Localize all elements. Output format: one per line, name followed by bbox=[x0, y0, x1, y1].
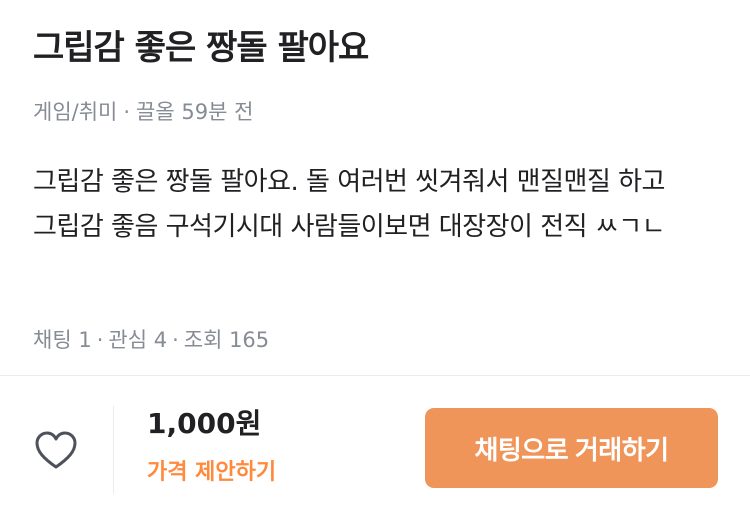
interest-count: 관심 4 bbox=[108, 328, 168, 352]
stats-separator: · bbox=[96, 328, 104, 352]
bottom-bar-separator bbox=[113, 406, 114, 494]
price-offer-link[interactable]: 가격 제안하기 bbox=[147, 456, 276, 490]
chat-trade-button[interactable]: 채팅으로 거래하기 bbox=[425, 408, 718, 488]
post-meta: 게임/취미 · 끌올 59분 전 bbox=[33, 96, 253, 128]
meta-separator: · bbox=[123, 100, 131, 124]
price: 1,000원 bbox=[147, 407, 262, 440]
bottom-bar-divider bbox=[0, 375, 750, 376]
product-detail: 그립감 좋은 짱돌 팔아요 게임/취미 · 끌올 59분 전 그립감 좋은 짱돌 팔… bbox=[0, 0, 750, 520]
like-button[interactable] bbox=[30, 424, 82, 476]
chat-count: 채팅 1 bbox=[33, 328, 92, 352]
post-title: 그립감 좋은 짱돌 팔아요 bbox=[33, 28, 369, 68]
heart-outline-icon bbox=[35, 431, 77, 469]
view-count: 조회 165 bbox=[183, 328, 270, 352]
bump-time: 끌올 59분 전 bbox=[136, 100, 254, 124]
stats-separator: · bbox=[172, 328, 179, 352]
post-description: 그립감 좋은 짱돌 팔아요. 돌 여러번 씻겨줘서 맨질맨질 하고 그립감 좋음… bbox=[33, 167, 673, 242]
post-stats: 채팅 1 · 관심 4 · 조회 165 bbox=[33, 324, 269, 356]
category-link[interactable]: 게임/취미 bbox=[33, 100, 117, 124]
